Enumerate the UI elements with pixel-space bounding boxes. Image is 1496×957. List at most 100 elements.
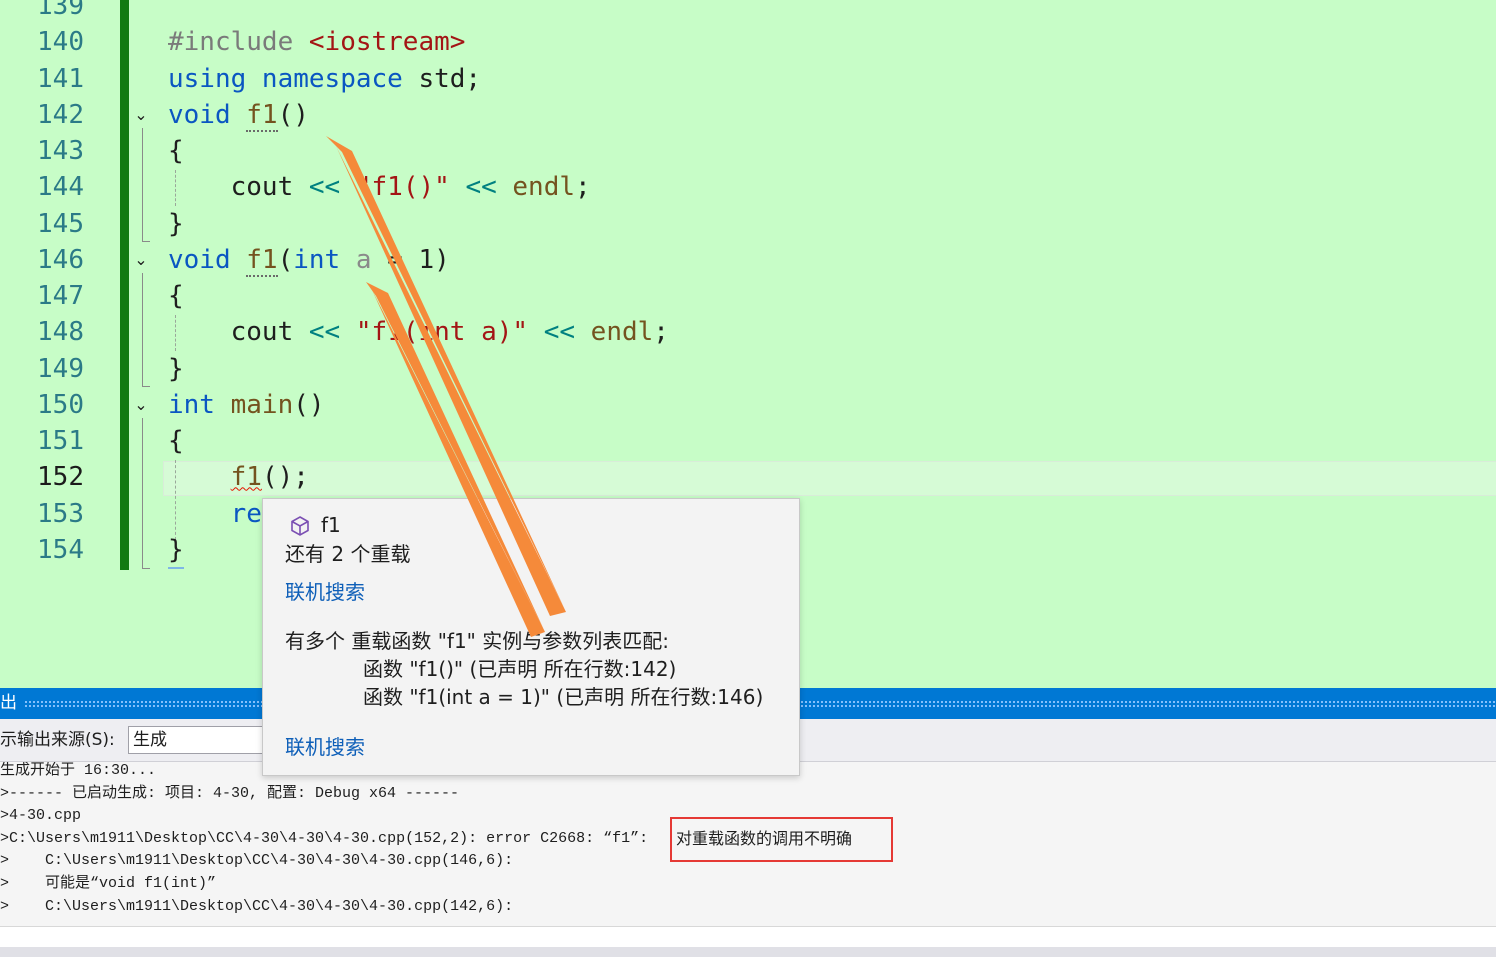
code-token: (); xyxy=(261,462,309,493)
line-number: 144 xyxy=(37,172,84,203)
cube-icon xyxy=(291,516,309,536)
code-token: () xyxy=(293,389,325,420)
code-text: void f1(int a = 1) xyxy=(168,242,450,278)
code-token: << xyxy=(465,172,513,203)
code-token: ; xyxy=(575,172,591,203)
code-line[interactable]: 152 f1(); xyxy=(0,459,1496,495)
code-token: using xyxy=(168,63,262,94)
line-number: 140 xyxy=(37,27,84,58)
code-line[interactable]: 139 xyxy=(0,0,1496,24)
line-number: 145 xyxy=(37,208,84,239)
output-line: > 可能是“void f1(int)” xyxy=(0,875,217,892)
code-token: ( xyxy=(277,244,294,275)
code-token: namespace xyxy=(261,63,419,94)
code-token: { xyxy=(168,281,184,311)
code-token: #include xyxy=(168,27,309,58)
code-text: { xyxy=(168,133,184,169)
line-number: 149 xyxy=(37,353,84,384)
code-line[interactable]: 151 { xyxy=(0,423,1496,459)
code-text: } xyxy=(168,532,184,568)
code-token: f1 xyxy=(246,99,278,132)
code-text: using namespace std; xyxy=(168,61,481,97)
code-token: re xyxy=(230,498,262,529)
code-line[interactable]: 146 void f1(int a = 1) xyxy=(0,242,1496,278)
output-line: 生成开始于 16:30... xyxy=(0,762,157,779)
line-number: 142 xyxy=(37,99,84,130)
output-line: >C:\Users\m1911\Desktop\CC\4-30\4-30\4-3… xyxy=(0,829,649,847)
tooltip-overload-count: 还有 2 个重载 xyxy=(285,542,411,566)
code-token: () xyxy=(277,99,309,130)
code-text: void f1() xyxy=(168,97,309,133)
line-number: 152 xyxy=(37,462,84,493)
code-line[interactable]: 149} xyxy=(0,351,1496,387)
code-token: f1 xyxy=(246,244,278,277)
tooltip-candidate-1: 函数 "f1()" (已声明 所在行数:142) xyxy=(363,657,677,681)
output-line: > C:\Users\m1911\Desktop\CC\4-30\4-30\4-… xyxy=(0,897,514,915)
code-token: { xyxy=(168,426,184,456)
code-token: "f1(int a)" xyxy=(355,317,544,348)
code-text: cout << "f1(int a)" << endl; xyxy=(168,314,669,350)
code-token: a xyxy=(355,244,372,275)
line-number: 148 xyxy=(37,317,84,348)
code-line[interactable]: 141 using namespace std; xyxy=(0,61,1496,97)
code-token: << xyxy=(308,172,356,203)
code-token: std; xyxy=(418,63,482,94)
output-line: >4-30.cpp xyxy=(0,807,82,825)
code-text: #include <iostream> xyxy=(168,24,465,60)
line-number: 143 xyxy=(37,136,84,166)
error-message-text: 对重载函数的调用不明确 xyxy=(676,829,853,848)
line-number: 146 xyxy=(37,244,84,275)
output-line: > C:\Users\m1911\Desktop\CC\4-30\4-30\4-… xyxy=(0,852,514,870)
code-token: cout xyxy=(168,172,309,203)
code-line[interactable]: 140 #include <iostream> xyxy=(0,24,1496,60)
code-line[interactable]: 147 { xyxy=(0,278,1496,314)
code-text: { xyxy=(168,278,184,314)
fold-region-end xyxy=(142,568,150,569)
code-token: <iostream> xyxy=(308,27,466,58)
online-search-link[interactable]: 联机搜索 xyxy=(285,733,365,761)
code-token: } xyxy=(168,534,184,565)
code-token: void xyxy=(168,244,247,275)
online-search-link[interactable]: 联机搜索 xyxy=(285,578,365,606)
code-token: << xyxy=(543,317,591,348)
tooltip-candidate-2: 函数 "f1(int a = 1)" (已声明 所在行数:146) xyxy=(363,685,764,709)
code-token: cout xyxy=(168,317,309,348)
line-number: 139 xyxy=(37,0,84,21)
horizontal-scrollbar[interactable] xyxy=(0,926,1496,948)
code-token: f1 xyxy=(230,462,262,493)
code-line[interactable]: 143 { xyxy=(0,133,1496,169)
code-token: { xyxy=(168,136,184,166)
line-number: 153 xyxy=(37,498,84,529)
code-token: int xyxy=(293,244,356,275)
code-text: cout << "f1()" << endl; xyxy=(168,169,591,205)
line-number: 147 xyxy=(37,281,84,311)
code-line[interactable]: 142 void f1() xyxy=(0,97,1496,133)
code-line[interactable]: 148 cout << "f1(int a)" << endl; xyxy=(0,314,1496,350)
code-token: << xyxy=(308,317,356,348)
code-token: endl xyxy=(590,317,654,348)
output-source-label: 示输出来源(S): xyxy=(0,730,115,750)
code-line[interactable]: 144 cout << "f1()" << endl; xyxy=(0,169,1496,205)
code-text: } xyxy=(168,206,184,242)
code-token: endl xyxy=(512,172,576,203)
line-number: 151 xyxy=(37,426,84,456)
code-line[interactable]: 145} xyxy=(0,206,1496,242)
code-token: void xyxy=(168,99,247,130)
line-number: 150 xyxy=(37,389,84,420)
code-token: main xyxy=(230,389,294,420)
code-token: "f1()" xyxy=(355,172,466,203)
tooltip-error-message: 有多个 重载函数 "f1" 实例与参数列表匹配: xyxy=(285,629,669,653)
brace-match-marker xyxy=(168,567,184,569)
output-panel-title: 出 xyxy=(0,693,17,713)
code-text: { xyxy=(168,423,184,459)
code-token: } xyxy=(168,208,184,239)
code-line[interactable]: 150 int main() xyxy=(0,387,1496,423)
code-text: f1(); xyxy=(168,459,309,495)
code-token: = 1) xyxy=(371,244,450,275)
output-line: >------ 已启动生成: 项目: 4-30, 配置: Debug x64 -… xyxy=(0,784,460,802)
code-token: int xyxy=(168,389,231,420)
tooltip-symbol-name: f1 xyxy=(321,513,341,537)
code-text: } xyxy=(168,351,184,387)
